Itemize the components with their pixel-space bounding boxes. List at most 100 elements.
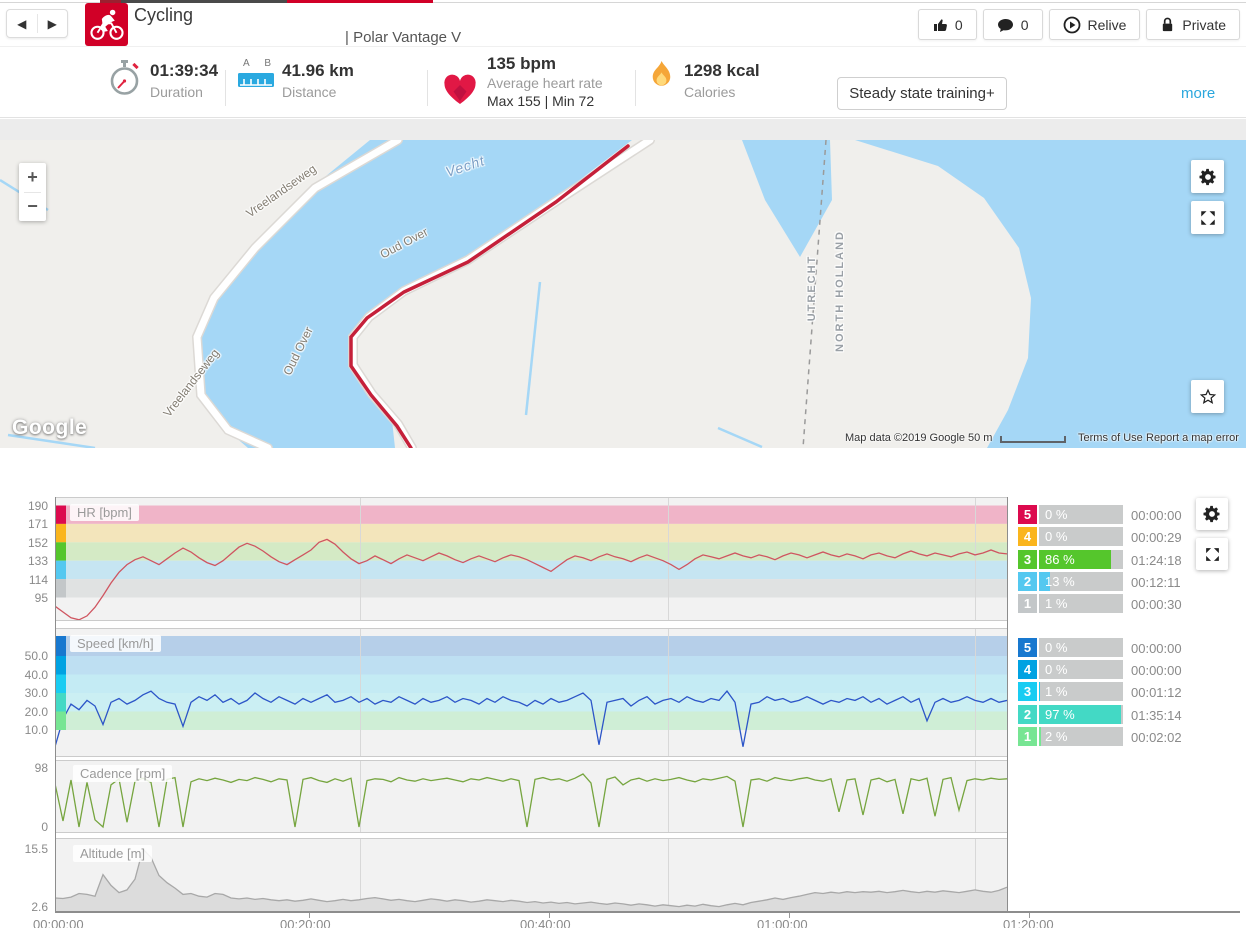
thumbs-up-icon	[933, 18, 947, 31]
point-a-label: A	[243, 58, 250, 69]
cadence-chart[interactable]	[55, 760, 1007, 833]
duration-label: Duration	[150, 84, 203, 100]
zone-number: 5	[1018, 638, 1037, 657]
training-benefit-button[interactable]: Steady state training+	[837, 77, 1007, 110]
zone-bar: 0 %	[1039, 505, 1123, 524]
hr-axis-tick: 114	[28, 573, 48, 587]
flame-icon	[652, 61, 671, 86]
calories-label: Calories	[684, 84, 736, 100]
like-count: 0	[954, 16, 963, 33]
comment-count: 0	[1020, 16, 1029, 33]
zone-percent: 13 %	[1045, 574, 1075, 589]
next-session-button[interactable]: ▶	[38, 10, 68, 37]
stats-separator	[635, 70, 636, 106]
report-map-error-link[interactable]: Report a map error	[1146, 432, 1239, 444]
zone-percent: 86 %	[1045, 552, 1075, 567]
x-axis-label: 01:00:00	[757, 917, 808, 928]
like-button[interactable]: 0	[917, 9, 977, 40]
relive-label: Relive	[1087, 16, 1127, 33]
zone-percent: 2 %	[1045, 729, 1068, 744]
stats-separator	[225, 70, 226, 106]
ruler-icon	[238, 73, 274, 87]
map-attribution: Map data ©2019 Google	[845, 432, 966, 444]
x-axis-label: 00:20:00	[280, 917, 331, 928]
hr-max-min: Max 155 | Min 72	[487, 93, 595, 109]
terms-of-use-link[interactable]: Terms of Use	[1078, 432, 1143, 444]
hr-zone-row: 2 13 %	[1018, 572, 1123, 591]
altitude-axis-tick: 15.5	[24, 842, 48, 856]
zone-bar: 13 %	[1039, 572, 1123, 591]
map-canvas	[0, 140, 1246, 448]
zone-number: 5	[1018, 505, 1037, 524]
speed-axis-tick: 50.0	[24, 649, 48, 663]
zoom-out-button[interactable]: −	[19, 193, 46, 222]
map-settings-button[interactable]	[1191, 160, 1224, 193]
altitude-axis-tick: 2.6	[31, 900, 48, 914]
hr-axis-tick: 95	[34, 591, 48, 605]
zone-bar: 97 %	[1039, 705, 1123, 724]
lock-icon	[1163, 17, 1173, 32]
zone-bar: 0 %	[1039, 638, 1123, 657]
hr-axis-tick: 152	[27, 536, 48, 550]
heart-icon	[444, 74, 476, 104]
charts-fullscreen-button[interactable]	[1196, 538, 1228, 570]
speed-axis-tick: 40.0	[24, 668, 48, 682]
x-axis-label: 00:00:00	[33, 917, 84, 928]
zone-number: 3	[1018, 550, 1037, 569]
privacy-button[interactable]: Private	[1146, 9, 1240, 40]
speed-zone-row: 2 97 %	[1018, 705, 1123, 724]
session-nav: ◀ ▶	[6, 9, 68, 38]
distance-value: 41.96 km	[282, 61, 354, 80]
map-scale-bar	[1000, 436, 1066, 443]
zone-number: 2	[1018, 572, 1037, 591]
boundary-label-north-holland: NORTH HOLLAND	[834, 230, 846, 352]
distance-ab-labels: A B	[240, 58, 274, 69]
x-axis-label: 00:40:00	[520, 917, 571, 928]
zone-number: 1	[1018, 594, 1037, 613]
hr-axis-tick: 133	[27, 554, 48, 568]
polar-flow-activity-page: { "icons": { "prev": "◀", "next": "▶" },…	[0, 0, 1246, 928]
hr-chart[interactable]	[55, 497, 1007, 621]
zone-time: 00:02:02	[1131, 730, 1182, 745]
header-actions: 0 0 Relive Private	[917, 9, 1240, 40]
altitude-chart[interactable]	[55, 838, 1007, 912]
zone-time: 01:24:18	[1131, 553, 1182, 568]
hr-zone-row: 5 0 %	[1018, 505, 1123, 524]
speed-zone-row: 4 0 %	[1018, 660, 1123, 679]
distance-label: Distance	[282, 84, 337, 100]
zone-time: 00:00:00	[1131, 663, 1182, 678]
zone-time: 00:00:00	[1131, 508, 1182, 523]
zone-number: 2	[1018, 705, 1037, 724]
zone-percent: 0 %	[1045, 529, 1068, 544]
cadence-axis-tick: 98	[34, 761, 48, 775]
speed-chart-title: Speed [km/h]	[70, 635, 161, 652]
map-zoom-control: + −	[19, 163, 46, 221]
zone-number: 4	[1018, 527, 1037, 546]
page-gap-band	[0, 119, 1246, 140]
hr-zone-row: 1 1 %	[1018, 594, 1123, 613]
relive-button[interactable]: Relive	[1048, 9, 1141, 40]
speed-zone-row: 5 0 %	[1018, 638, 1123, 657]
zone-bar: 2 %	[1039, 727, 1123, 746]
star-icon	[1199, 388, 1216, 404]
charts-settings-button[interactable]	[1196, 498, 1228, 530]
route-map[interactable]: Vreelandseweg Vreelandseweg Oud Over Oud…	[0, 140, 1246, 448]
zone-percent: 97 %	[1045, 707, 1075, 722]
map-favorite-button[interactable]	[1191, 380, 1224, 413]
hr-axis-tick: 190	[27, 499, 48, 513]
speed-chart[interactable]	[55, 628, 1007, 757]
more-link[interactable]: more	[1181, 85, 1215, 102]
zone-bar: 1 %	[1039, 682, 1123, 701]
chart-left-border	[55, 497, 56, 912]
map-fullscreen-button[interactable]	[1191, 201, 1224, 234]
cycling-sport-icon	[85, 3, 128, 46]
comment-button[interactable]: 0	[982, 9, 1043, 40]
zone-percent: 1 %	[1045, 596, 1068, 611]
zone-bar: 86 %	[1039, 550, 1123, 569]
cadence-axis-tick: 0	[41, 820, 48, 834]
zoom-in-button[interactable]: +	[19, 163, 46, 192]
device-label: | Polar Vantage V	[345, 29, 462, 46]
zone-time: 00:00:30	[1131, 597, 1182, 612]
prev-session-button[interactable]: ◀	[7, 10, 37, 37]
zone-bar-fill	[1039, 594, 1040, 613]
